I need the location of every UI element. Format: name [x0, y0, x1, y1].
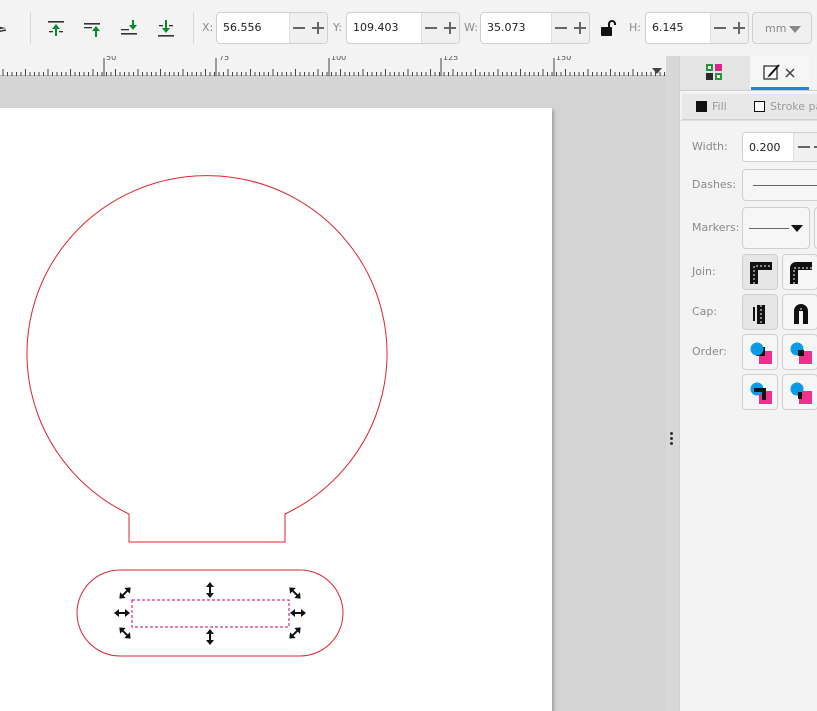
w-value[interactable]: 35.073 — [487, 21, 526, 34]
subtab-stroke-paint[interactable]: Stroke pa — [754, 100, 817, 113]
x-stepper[interactable] — [289, 13, 327, 43]
y-stepper[interactable] — [421, 13, 459, 43]
toolbar-separator — [193, 12, 194, 44]
drag-handle-icon[interactable] — [670, 432, 674, 447]
w-stepper[interactable] — [551, 13, 589, 43]
flip-tool-icon[interactable] — [0, 17, 14, 39]
ruler-label-150: 150 — [556, 56, 571, 62]
handle-top-left[interactable] — [117, 585, 134, 602]
cap-butt-icon — [753, 305, 765, 324]
width-stepper[interactable] — [793, 133, 817, 161]
order-stroke-fill-button[interactable] — [782, 334, 817, 370]
ruler-label-100: 100 — [331, 56, 346, 62]
h-label: H: — [629, 21, 641, 34]
order-fill-markers-stroke-button[interactable] — [742, 334, 778, 370]
markers-label: Markers: — [692, 221, 740, 234]
join-miter-icon — [750, 262, 772, 284]
width-value[interactable]: 0.200 — [749, 141, 781, 154]
order-label: Order: — [692, 345, 727, 358]
horizontal-ruler[interactable]: 50 75 100 125 150 — [0, 56, 666, 76]
tab-swatches[interactable] — [680, 56, 750, 90]
y-value[interactable]: 109.403 — [353, 21, 399, 34]
width-label: Width: — [692, 140, 728, 153]
globe-body-path[interactable] — [26, 175, 388, 543]
width-field[interactable]: 0.200 — [742, 132, 817, 162]
h-stepper[interactable] — [710, 13, 748, 43]
cap-butt-button[interactable] — [742, 294, 778, 330]
chevron-down-icon — [789, 26, 801, 33]
h-value[interactable]: 6.145 — [652, 21, 684, 34]
fill-stroke-subtabs: Fill Stroke pa — [682, 94, 817, 120]
toolbar-separator — [30, 12, 31, 44]
h-field[interactable]: 6.145 — [645, 12, 749, 44]
w-label: W: — [464, 21, 478, 34]
marker-none-preview — [749, 228, 789, 229]
x-field[interactable]: 56.556 — [216, 12, 328, 44]
swatches-icon — [706, 64, 722, 80]
start-marker-dropdown[interactable] — [742, 207, 810, 249]
order-markers-fill-button[interactable] — [742, 374, 778, 410]
order-fill-stroke-icon — [750, 342, 772, 364]
chevron-down-icon — [791, 225, 803, 232]
join-miter-button[interactable] — [742, 254, 778, 290]
drawing-canvas[interactable] — [0, 76, 666, 711]
handle-left[interactable] — [114, 609, 130, 617]
order-markers-fill-icon — [750, 382, 772, 404]
subtab-fill-label: Fill — [712, 100, 727, 113]
close-icon[interactable] — [785, 68, 795, 78]
dash-pattern-solid — [753, 185, 817, 186]
x-value[interactable]: 56.556 — [223, 21, 262, 34]
unit-value: mm — [765, 22, 787, 35]
selected-slot-rect[interactable] — [131, 599, 290, 628]
order-fill-markers-icon — [790, 382, 812, 404]
unit-dropdown[interactable]: mm — [752, 12, 812, 44]
cap-round-button[interactable] — [782, 294, 817, 330]
dashes-label: Dashes: — [692, 178, 737, 191]
join-round-button[interactable] — [782, 254, 817, 290]
lock-icon[interactable] — [597, 17, 619, 39]
handle-bottom-right[interactable] — [287, 625, 304, 642]
cap-label: Cap: — [692, 305, 718, 318]
y-label: Y: — [333, 21, 342, 34]
stroke-swatch-icon — [754, 101, 765, 112]
join-round-icon — [790, 262, 812, 284]
handle-right[interactable] — [290, 609, 306, 617]
lower-icon[interactable] — [118, 17, 140, 39]
drawing-objects — [26, 175, 388, 657]
lower-to-bottom-icon[interactable] — [155, 17, 177, 39]
selection-handles[interactable] — [114, 582, 306, 645]
raise-icon[interactable] — [81, 17, 103, 39]
tool-controls-bar: X: 56.556 Y: 109.403 W: 35.073 H: 6.145 … — [0, 0, 817, 56]
handle-bottom[interactable] — [206, 629, 214, 645]
fill-swatch-icon — [696, 101, 707, 112]
w-field[interactable]: 35.073 — [480, 12, 590, 44]
cap-round-icon — [794, 304, 808, 324]
stroke-style-tab-body: Width: 0.200 Dashes: Markers: Join: Cap: — [680, 120, 817, 711]
subtab-fill[interactable]: Fill — [696, 100, 727, 113]
order-fill-markers-button[interactable] — [782, 374, 817, 410]
subtab-stroke-label: Stroke pa — [770, 100, 817, 113]
join-label: Join: — [692, 265, 716, 278]
fill-stroke-icon — [763, 64, 780, 80]
ruler-label-50: 50 — [106, 56, 116, 62]
dashes-dropdown[interactable] — [742, 169, 817, 201]
handle-top-right[interactable] — [287, 585, 304, 602]
handle-bottom-left[interactable] — [117, 625, 134, 642]
handle-top[interactable] — [206, 582, 214, 598]
fill-stroke-dialog: Fill Stroke pa Width: 0.200 Dashes: Mark… — [679, 56, 817, 711]
ruler-label-75: 75 — [219, 56, 229, 62]
x-label: X: — [202, 21, 214, 34]
ruler-ticks: 50 75 100 125 150 — [2, 56, 665, 76]
order-stroke-fill-icon — [790, 342, 812, 364]
tab-fill-and-stroke[interactable] — [751, 56, 809, 90]
raise-to-top-icon[interactable] — [45, 17, 67, 39]
dock-resize-handle[interactable] — [666, 56, 679, 711]
ruler-label-125: 125 — [443, 56, 458, 62]
y-field[interactable]: 109.403 — [346, 12, 460, 44]
